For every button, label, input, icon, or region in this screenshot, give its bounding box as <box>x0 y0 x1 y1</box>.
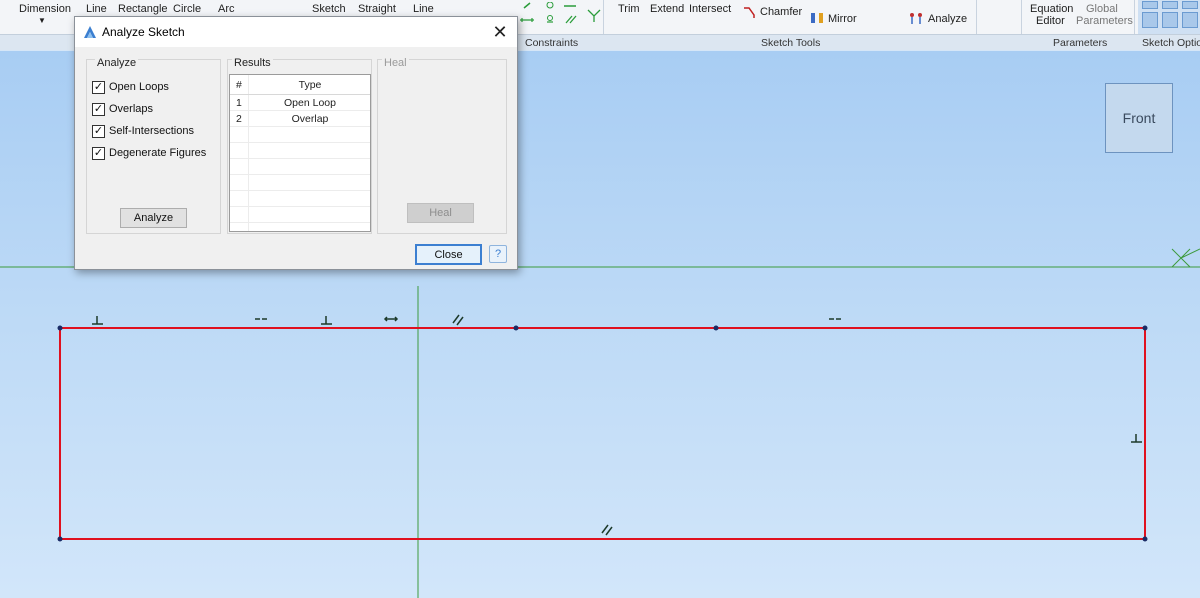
close-icon[interactable]: ✕ <box>483 17 517 47</box>
analyze-button[interactable]: Analyze <box>120 208 187 228</box>
perpendicular-constraint-icon[interactable] <box>321 316 332 325</box>
perpendicular-constraint-icon[interactable] <box>92 316 103 325</box>
global-parameters-label-2[interactable]: Parameters <box>1076 15 1133 27</box>
mirror-icon[interactable] <box>810 12 824 24</box>
heal-button[interactable]: Heal <box>407 203 474 223</box>
heal-group-title: Heal <box>382 57 409 69</box>
open-loops-checkbox[interactable]: ✓ <box>92 80 105 94</box>
heal-group: Heal Heal <box>377 57 507 234</box>
group-label-parameters: Parameters <box>1053 37 1108 49</box>
sketch-option-icon[interactable] <box>1182 1 1198 9</box>
close-button[interactable]: Close <box>415 244 482 265</box>
overlaps-option[interactable]: ✓ Overlaps <box>92 101 153 117</box>
results-group-title: Results <box>232 57 273 69</box>
extend-tool-label[interactable]: Extend <box>650 3 684 15</box>
analyze-group: Analyze ✓ Open Loops ✓ Overlaps ✓ Self-I… <box>86 57 221 234</box>
analyze-tool-label[interactable]: Analyze <box>928 13 967 25</box>
sketch-option-icon[interactable] <box>1142 1 1158 9</box>
analyze-sketch-dialog: Analyze Sketch ✕ Analyze ✓ Open Loops ✓ … <box>74 16 518 270</box>
global-parameters-label-1[interactable]: Global <box>1086 3 1118 15</box>
degenerate-figures-checkbox[interactable]: ✓ <box>92 146 105 160</box>
sketch-vertex[interactable] <box>57 536 63 542</box>
perpendicular-constraint-icon[interactable] <box>1131 434 1142 443</box>
dialog-title-bar[interactable]: Analyze Sketch ✕ <box>75 17 517 47</box>
degenerate-figures-option[interactable]: ✓ Degenerate Figures <box>92 145 206 161</box>
chamfer-tool-label[interactable]: Chamfer <box>760 6 802 18</box>
sketch-option-icon[interactable] <box>1142 12 1158 28</box>
sketch-options-icon-grid[interactable] <box>1138 0 1200 34</box>
row-number: 1 <box>236 97 242 109</box>
results-group: Results # Type 1 Open Loop 2 Overlap <box>227 57 372 234</box>
table-row[interactable]: 1 Open Loop <box>230 95 370 111</box>
sketch-option-icon[interactable] <box>1162 1 1178 9</box>
parallel-constraint-icon[interactable] <box>601 524 613 536</box>
sketch-vertex[interactable] <box>1142 325 1148 331</box>
results-table[interactable]: # Type 1 Open Loop 2 Overlap <box>229 74 371 232</box>
view-cube-face-label: Front <box>1122 110 1156 126</box>
group-label-sketch-tools: Sketch Tools <box>761 37 821 49</box>
axis-triad-icon <box>1171 248 1200 268</box>
open-loops-label: Open Loops <box>109 81 169 93</box>
group-label-sketch-options: Sketch Optio... <box>1142 37 1200 49</box>
overlaps-label: Overlaps <box>109 103 154 115</box>
empty-table-row <box>230 191 370 207</box>
analyze-icon[interactable] <box>909 12 923 26</box>
empty-table-row <box>230 159 370 175</box>
equation-editor-label-1[interactable]: Equation <box>1030 3 1073 15</box>
empty-table-row <box>230 143 370 159</box>
sketch-vertex[interactable] <box>1142 536 1148 542</box>
overlaps-checkbox[interactable]: ✓ <box>92 102 105 116</box>
self-intersections-checkbox[interactable]: ✓ <box>92 124 105 138</box>
circle-tool-label[interactable]: Circle <box>173 3 201 15</box>
chamfer-icon[interactable] <box>742 5 756 19</box>
self-intersections-label: Self-Intersections <box>109 125 194 137</box>
table-row[interactable]: 2 Overlap <box>230 111 370 127</box>
intersect-tool-label[interactable]: Intersect <box>689 3 731 15</box>
open-loops-option[interactable]: ✓ Open Loops <box>92 79 169 95</box>
line-tool-2-label[interactable]: Line <box>413 3 434 15</box>
sketch-rectangle[interactable] <box>59 327 1146 540</box>
dimension-dropdown-icon[interactable]: ▼ <box>38 15 46 27</box>
app-logo-icon <box>84 26 96 38</box>
help-button[interactable]: ? <box>489 245 507 263</box>
row-type: Overlap <box>291 113 329 125</box>
dialog-title: Analyze Sketch <box>102 25 185 39</box>
mirror-tool-label[interactable]: Mirror <box>828 13 857 25</box>
sketch-vertex[interactable] <box>513 325 519 331</box>
row-number: 2 <box>236 113 242 125</box>
degenerate-figures-label: Degenerate Figures <box>109 147 207 159</box>
table-header-row: # Type <box>230 75 370 95</box>
parallel-constraint-icon[interactable] <box>452 314 464 326</box>
straight-tool-label[interactable]: Straight <box>358 3 396 15</box>
row-type: Open Loop <box>284 97 336 109</box>
view-cube[interactable]: Front <box>1105 83 1173 153</box>
column-header-type: Type <box>298 79 322 91</box>
group-label-constraints: Constraints <box>525 37 579 49</box>
sketch-tool-label[interactable]: Sketch <box>312 3 346 15</box>
column-header-number: # <box>236 79 242 91</box>
horizontal-constraint-icon[interactable] <box>383 316 399 322</box>
sketch-option-icon[interactable] <box>1182 12 1198 28</box>
sketch-option-icon[interactable] <box>1162 12 1178 28</box>
empty-table-row <box>230 207 370 223</box>
sketch-vertex[interactable] <box>57 325 63 331</box>
analyze-group-title: Analyze <box>95 57 139 69</box>
sketch-vertex[interactable] <box>713 325 719 331</box>
constraint-icons[interactable] <box>520 2 610 32</box>
equation-editor-label-2[interactable]: Editor <box>1036 15 1065 27</box>
empty-table-row <box>230 127 370 143</box>
dimension-tool-label[interactable]: Dimension <box>19 3 71 15</box>
trim-tool-label[interactable]: Trim <box>618 3 640 15</box>
empty-table-row <box>230 175 370 191</box>
line-tool-label[interactable]: Line <box>86 3 107 15</box>
rectangle-tool-label[interactable]: Rectangle <box>118 3 168 15</box>
self-intersections-option[interactable]: ✓ Self-Intersections <box>92 123 194 139</box>
arc-tool-label[interactable]: Arc <box>218 3 235 15</box>
